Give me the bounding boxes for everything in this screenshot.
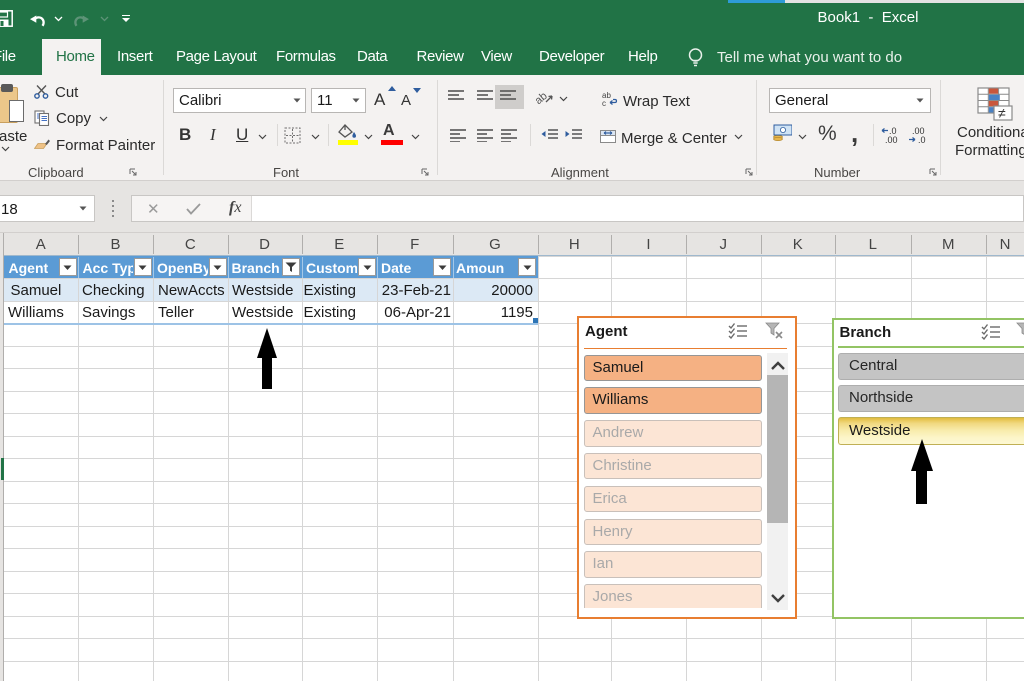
svg-text:.00: .00 bbox=[885, 135, 898, 144]
svg-text:≠: ≠ bbox=[998, 105, 1006, 121]
svg-text:c: c bbox=[602, 99, 606, 106]
svg-text:ab: ab bbox=[536, 90, 550, 106]
svg-text:.0: .0 bbox=[918, 135, 926, 144]
